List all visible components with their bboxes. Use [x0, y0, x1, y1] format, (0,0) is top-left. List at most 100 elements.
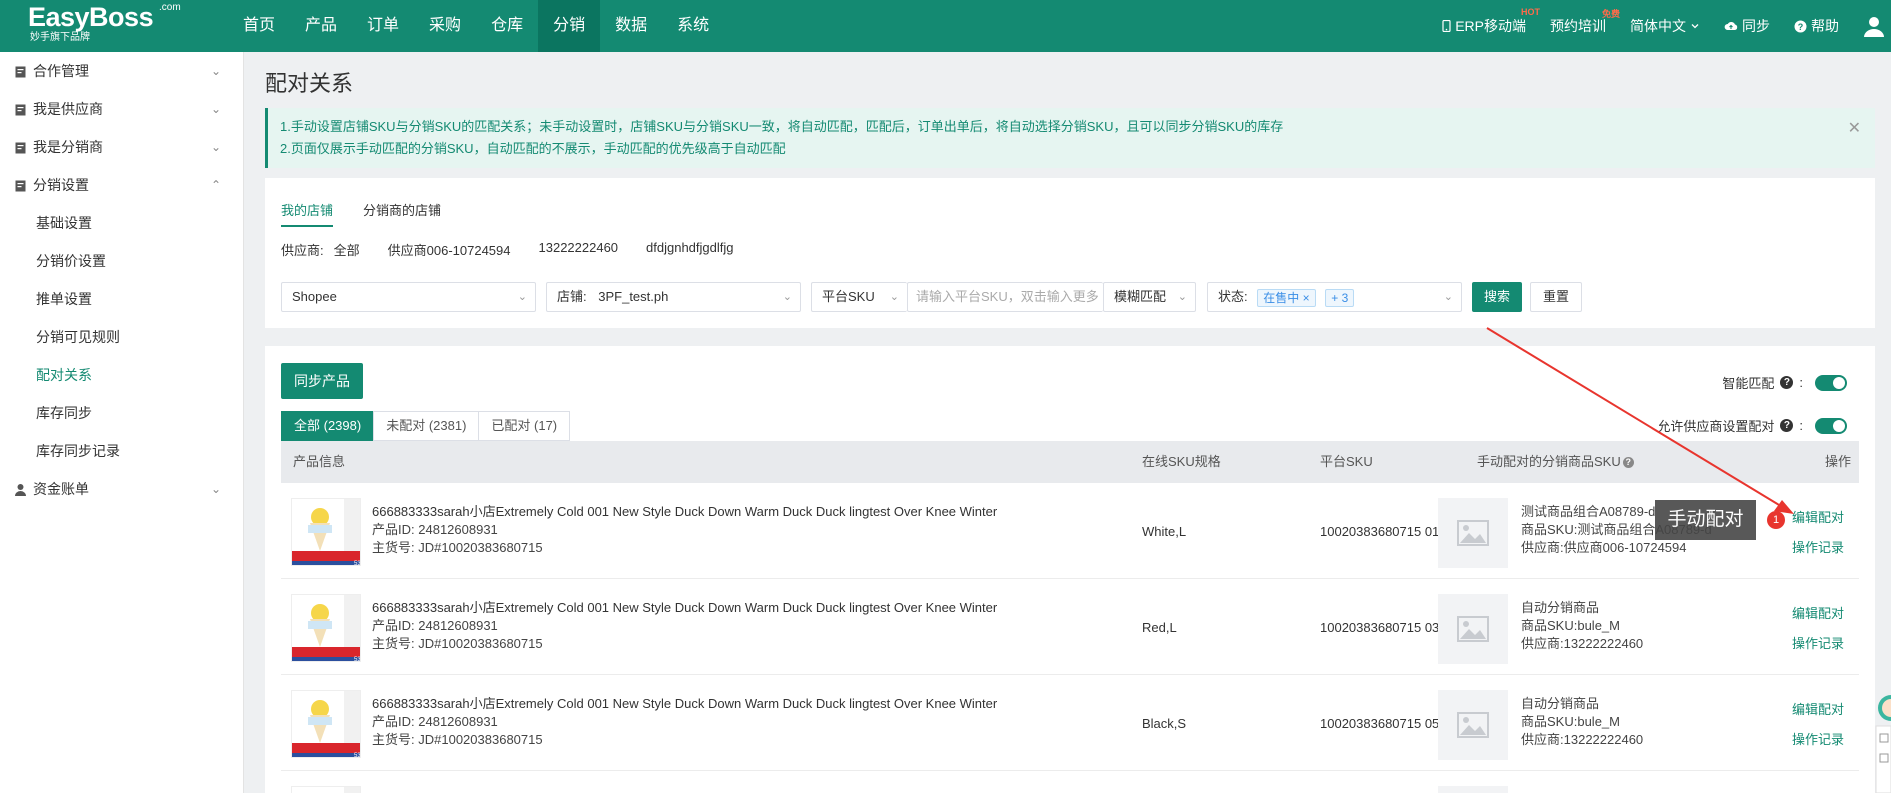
supplier-option[interactable]: 供应商006-10724594 [388, 240, 511, 259]
sidebar-item-visibility-rules[interactable]: 分销可见规则 [0, 318, 243, 356]
operation-log-link[interactable]: 操作记录 [1792, 633, 1844, 652]
supplier-option[interactable]: 全部 [334, 240, 360, 259]
sku-search-placeholder: 请输入平台SKU，双击输入更多 [916, 289, 1099, 304]
dist-sku-info: 自动分销商品 商品SKU:bule_M 供应商:13222222460 [1521, 599, 1643, 653]
svg-text:539: 539 [354, 657, 361, 662]
sidebar-group-label: 我是分销商 [33, 139, 103, 155]
erp-mobile-link[interactable]: ERP移动端 HOT [1442, 7, 1540, 36]
sidebar-item-stock-sync-log[interactable]: 库存同步记录 [0, 432, 243, 470]
tab-distributor-stores[interactable]: 分销商的店铺 [363, 200, 441, 227]
supplier-option[interactable]: dfdjgnhdfjgdlfjg [646, 240, 733, 259]
status-select[interactable]: 状态: 在售中 × + 3 ⌄ [1207, 282, 1462, 312]
platform-sku: 10020383680715 01 05 [1320, 524, 1458, 539]
sku-search-input[interactable]: 请输入平台SKU，双击输入更多 [907, 282, 1103, 312]
sidebar-group-distributor[interactable]: 我是分销商 ⌄ [0, 128, 243, 166]
erp-mobile-label: ERP移动端 [1455, 18, 1526, 34]
reset-button[interactable]: 重置 [1530, 282, 1583, 312]
sidebar-item-stock-sync[interactable]: 库存同步 [0, 394, 243, 432]
tab-unpaired[interactable]: 未配对 (2381) [373, 411, 480, 441]
sidebar-item-pairing[interactable]: 配对关系 [0, 356, 243, 394]
edit-pairing-link[interactable]: 编辑配对 [1792, 507, 1844, 526]
col-manual-sku-wrap: 手动配对的分销商品SKU ? [1477, 441, 1634, 483]
notice-line: 1.手动设置店铺SKU与分销SKU的匹配关系；未手动设置时，店铺SKU与分销SK… [280, 119, 1284, 134]
allow-supplier-switch[interactable] [1815, 417, 1847, 434]
dist-sku-label: 商品SKU: [1521, 522, 1578, 537]
assistant-avatar-icon [1875, 695, 1891, 793]
store-tabs: 我的店铺 分销商的店铺 [281, 200, 441, 227]
product-thumbnail[interactable]: 539 [291, 690, 361, 758]
tab-my-stores[interactable]: 我的店铺 [281, 200, 334, 227]
smart-match-toggle-row: 智能匹配 ?: [1722, 373, 1847, 392]
sidebar-group-distribution-settings[interactable]: 分销设置 ⌃ [0, 166, 243, 204]
supplier-label: 供应商: [1521, 540, 1564, 555]
image-placeholder-icon [1457, 520, 1489, 546]
dist-sku-info: 自动分销商品 商品SKU:bule_M 供应商:13222222460 [1521, 695, 1643, 749]
edit-pairing-link[interactable]: 编辑配对 [1792, 603, 1844, 622]
tag-close-icon[interactable]: × [1303, 291, 1310, 305]
match-mode-select[interactable]: 模糊匹配 ⌄ [1103, 282, 1196, 312]
status-tag-label: 在售中 [1263, 290, 1300, 305]
svg-text:539: 539 [354, 561, 361, 566]
main-no-label: 主货号: [372, 540, 415, 555]
sidebar-item-price-settings[interactable]: 分销价设置 [0, 242, 243, 280]
supplier-filter: 供应商: 全部 供应商006-10724594 13222222460 dfdj… [281, 240, 734, 259]
chevron-down-icon: ⌄ [210, 140, 221, 154]
sync-link[interactable]: 同步 [1724, 16, 1770, 36]
logo-com: .com [159, 2, 181, 13]
platform-sku: 10020383680715 03 05 [1320, 620, 1458, 635]
hot-badge: HOT [1521, 7, 1540, 17]
smart-match-switch[interactable] [1815, 374, 1847, 391]
tab-paired[interactable]: 已配对 (17) [478, 411, 571, 441]
logo[interactable]: EasyBoss .com 妙手旗下品牌 [28, 2, 181, 48]
platform-select[interactable]: Shopee ⌄ [281, 282, 536, 312]
nav-item-products[interactable]: 产品 [290, 0, 352, 52]
supplier-label: 供应商: [1521, 732, 1564, 747]
main-no: JD#10020383680715 [418, 636, 543, 651]
chevron-down-icon: ⌄ [782, 291, 792, 303]
nav-item-warehouse[interactable]: 仓库 [476, 0, 538, 52]
nav-item-system[interactable]: 系统 [662, 0, 724, 52]
filter-panel: 我的店铺 分销商的店铺 供应商: 全部 供应商006-10724594 1322… [265, 178, 1875, 328]
nav-item-home[interactable]: 首页 [228, 0, 290, 52]
operation-log-link[interactable]: 操作记录 [1792, 537, 1844, 556]
language-label: 简体中文 [1630, 18, 1686, 34]
question-icon[interactable]: ? [1780, 376, 1794, 389]
product-thumbnail[interactable] [291, 786, 361, 793]
sidebar-group-billing[interactable]: 资金账单 ⌄ [0, 470, 243, 508]
sidebar-group-cooperation[interactable]: 合作管理 ⌄ [0, 52, 243, 90]
question-icon[interactable]: ? [1780, 419, 1794, 432]
product-thumbnail[interactable]: 539 [291, 594, 361, 662]
edit-pairing-link[interactable]: 编辑配对 [1792, 699, 1844, 718]
sidebar-item-push-order[interactable]: 推单设置 [0, 280, 243, 318]
close-icon[interactable]: ✕ [1848, 118, 1861, 140]
sidebar-group-supplier[interactable]: 我是供应商 ⌄ [0, 90, 243, 128]
col-platform-sku: 平台SKU [1320, 454, 1373, 469]
sync-products-button[interactable]: 同步产品 [281, 363, 363, 399]
dist-sku-label: 商品SKU: [1521, 618, 1578, 633]
search-button[interactable]: 搜索 [1472, 282, 1523, 312]
training-link[interactable]: 预约培训 免费 [1550, 9, 1620, 36]
nav-item-data[interactable]: 数据 [600, 0, 662, 52]
question-icon[interactable]: ? [1622, 456, 1634, 468]
nav-item-orders[interactable]: 订单 [352, 0, 414, 52]
sku-type-select[interactable]: 平台SKU ⌄ [811, 282, 907, 312]
chevron-down-icon: ⌄ [210, 482, 221, 496]
notice-line: 2.页面仅展示手动匹配的分销SKU，自动匹配的不展示，手动匹配的优先级高于自动匹… [280, 141, 786, 156]
nav-item-distribution[interactable]: 分销 [538, 0, 601, 52]
product-thumbnail[interactable]: 539 [291, 498, 361, 566]
help-link[interactable]: ? 帮助 [1794, 16, 1839, 36]
store-select[interactable]: 店铺: 3PF_test.ph ⌄ [546, 282, 801, 312]
user-avatar-icon[interactable] [1863, 15, 1885, 37]
language-select[interactable]: 简体中文 [1630, 16, 1700, 36]
product-image: 539 [292, 595, 361, 662]
floating-help-widget[interactable] [1872, 694, 1891, 793]
cloud-icon [1724, 21, 1738, 30]
product-id: 24812608931 [418, 522, 498, 537]
supplier-option[interactable]: 13222222460 [539, 240, 619, 259]
product-id-label: 产品ID: [372, 618, 415, 633]
operation-log-link[interactable]: 操作记录 [1792, 729, 1844, 748]
sidebar-item-basic-settings[interactable]: 基础设置 [0, 204, 243, 242]
tab-all[interactable]: 全部 (2398) [281, 411, 375, 441]
nav-item-purchase[interactable]: 采购 [414, 0, 476, 52]
status-tag: 在售中 × [1257, 288, 1316, 307]
